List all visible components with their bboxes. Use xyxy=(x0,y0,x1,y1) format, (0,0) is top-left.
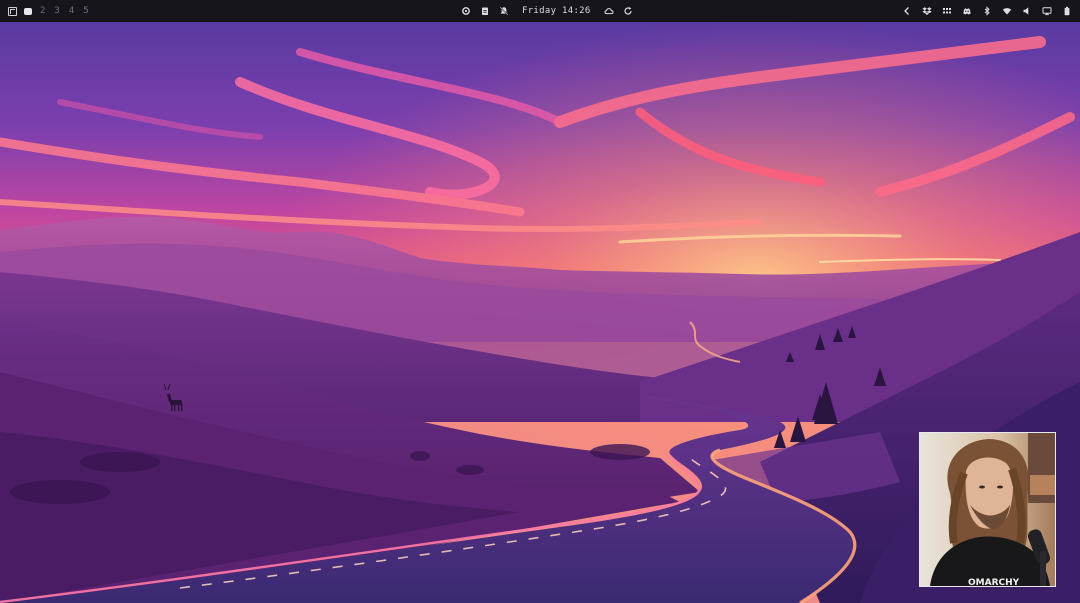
cloud-icon[interactable] xyxy=(604,6,614,16)
landscape-illustration xyxy=(0,22,1080,603)
settings-icon[interactable] xyxy=(461,6,471,16)
workspace-2[interactable]: 2 xyxy=(39,6,46,16)
desktop-wallpaper xyxy=(0,22,1080,603)
display-icon[interactable] xyxy=(1042,6,1052,16)
desktop-screen: 2 3 4 5 Friday 14:26 OMARCHY xyxy=(0,0,1080,603)
workspace-5[interactable]: 5 xyxy=(82,6,89,16)
center-status: Friday 14:26 xyxy=(461,0,633,22)
webcam-feed: OMARCHY xyxy=(920,433,1055,586)
wifi-icon[interactable] xyxy=(1002,6,1012,16)
active-workspace-dot-icon[interactable] xyxy=(24,7,32,15)
volume-icon[interactable] xyxy=(1022,6,1032,16)
bluetooth-icon[interactable] xyxy=(982,6,992,16)
clock[interactable]: Friday 14:26 xyxy=(518,6,595,16)
notifications-muted-icon[interactable] xyxy=(499,6,509,16)
discord-icon[interactable] xyxy=(962,6,972,16)
top-bar: 2 3 4 5 Friday 14:26 xyxy=(0,0,1080,22)
workspace-switcher: 2 3 4 5 xyxy=(8,0,90,22)
shirt-text: OMARCHY xyxy=(968,578,1020,586)
webcam-overlay[interactable]: OMARCHY xyxy=(919,432,1056,587)
system-tray xyxy=(902,0,1072,22)
grid-dots-icon[interactable] xyxy=(942,6,952,16)
refresh-icon[interactable] xyxy=(623,6,633,16)
battery-icon[interactable] xyxy=(1062,6,1072,16)
workspace-4[interactable]: 4 xyxy=(68,6,75,16)
workspace-3[interactable]: 3 xyxy=(53,6,60,16)
window-layout-icon[interactable] xyxy=(8,6,17,16)
clipboard-icon[interactable] xyxy=(480,6,490,16)
dropbox-icon[interactable] xyxy=(922,6,932,16)
chevron-left-icon[interactable] xyxy=(902,6,912,16)
